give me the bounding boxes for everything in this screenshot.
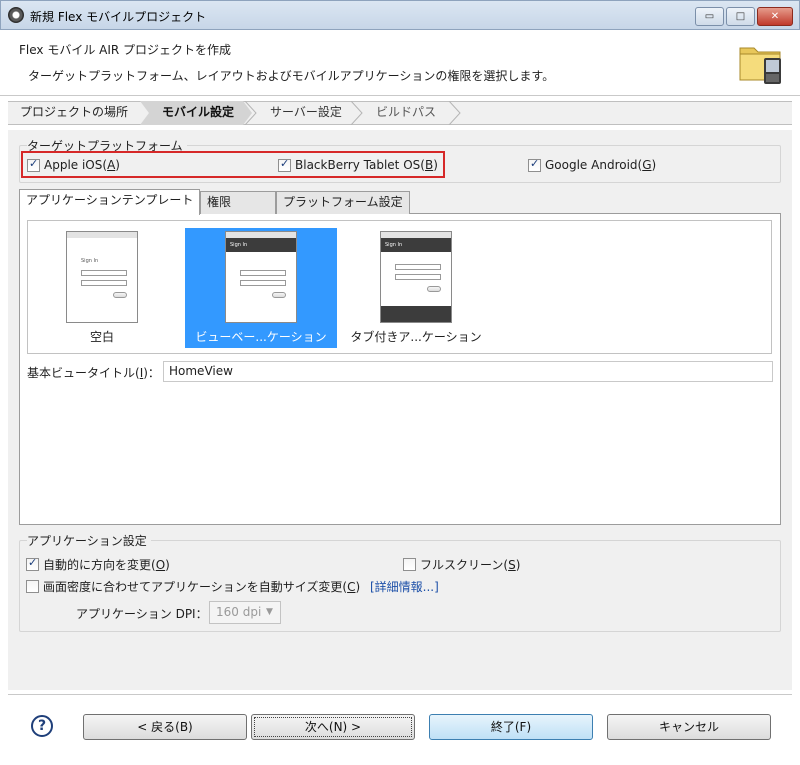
phone-preview-icon: Sign In — [66, 231, 138, 323]
tab-platform-settings[interactable]: プラットフォーム設定 — [276, 191, 410, 214]
wizard-title: Flex モバイル AIR プロジェクトを作成 — [19, 43, 232, 57]
step-separator-icon — [244, 101, 257, 125]
template-caption: タブ付きア...ケーション — [350, 330, 482, 344]
preview-screen-title: Sign In — [381, 238, 451, 252]
checkbox-label: フルスクリーン( — [420, 558, 509, 572]
help-icon[interactable]: ? — [31, 715, 53, 737]
template-tabbed[interactable]: Sign In タブ付きア...ケーション — [340, 228, 492, 348]
checkbox-label: 自動的に方向を変更( — [43, 558, 156, 572]
step-mobile-settings[interactable]: モバイル設定 — [140, 101, 252, 125]
dpi-label: アプリケーション DPI： — [76, 607, 208, 621]
phone-preview-icon: Sign In — [380, 231, 452, 323]
window-title: 新規 Flex モバイルプロジェクト — [30, 10, 207, 24]
back-button[interactable]: < 戻る(B) — [83, 714, 247, 740]
view-title-label-suffix: )： — [143, 366, 160, 380]
step-server-settings[interactable]: サーバー設定 — [270, 101, 342, 125]
wizard-header — [0, 30, 800, 96]
tab-application-template[interactable]: アプリケーションテンプレート — [19, 189, 201, 215]
checkbox-box[interactable] — [26, 556, 39, 571]
checkbox-box[interactable] — [528, 157, 541, 172]
template-blank[interactable]: Sign In 空白 — [26, 228, 178, 348]
cancel-button[interactable]: キャンセル — [607, 714, 771, 740]
preview-screen-title: Sign In — [81, 258, 99, 264]
checkbox-label-suffix: ) — [165, 558, 170, 572]
close-button[interactable]: ✕ — [757, 7, 793, 26]
annotation-highlight-box — [21, 151, 445, 178]
platform-android-checkbox[interactable]: Google Android(G) — [528, 157, 657, 172]
checkbox-label-suffix: ) — [515, 558, 521, 572]
maximize-button[interactable]: □ — [726, 7, 755, 26]
step-separator-icon — [448, 101, 461, 125]
step-separator-icon — [350, 101, 363, 125]
folder-phone-icon — [739, 47, 781, 84]
template-caption: 空白 — [89, 330, 114, 344]
fullscreen-checkbox[interactable]: フルスクリーン(S) — [403, 556, 520, 573]
template-caption: ビューベー...ケーション — [195, 330, 327, 344]
finish-button[interactable]: 終了(F) — [429, 714, 593, 740]
mnemonic: O — [155, 558, 166, 572]
preview-screen-title: Sign In — [226, 238, 296, 252]
phone-preview-icon: Sign In — [225, 231, 297, 323]
divider — [8, 694, 792, 695]
checkbox-label-suffix: ) — [355, 580, 361, 594]
view-title-input[interactable]: HomeView — [163, 361, 773, 382]
step-project-location[interactable]: プロジェクトの場所 — [20, 101, 128, 125]
auto-orient-checkbox[interactable]: 自動的に方向を変更(O) — [26, 556, 170, 573]
checkbox-label-suffix: ) — [651, 158, 657, 172]
checkbox-box[interactable] — [26, 580, 39, 593]
template-view-based[interactable]: Sign In ビューベー...ケーション — [185, 228, 337, 348]
checkbox-box[interactable] — [403, 558, 416, 571]
view-title-label-text: 基本ビュータイトル( — [27, 366, 140, 380]
minimize-button[interactable]: ▭ — [695, 7, 724, 26]
mnemonic: S — [508, 558, 516, 572]
eclipse-app-icon — [8, 7, 24, 23]
view-title-label: 基本ビュータイトル(I)： — [27, 364, 160, 381]
checkbox-label: 画面密度に合わせてアプリケーションを自動サイズ変更( — [43, 580, 348, 594]
tab-permissions[interactable]: 権限 — [200, 191, 276, 214]
wizard-description: ターゲットプラットフォーム、レイアウトおよびモバイルアプリケーションの権限を選択… — [28, 69, 555, 83]
mnemonic: G — [642, 158, 652, 172]
app-settings-label: アプリケーション設定 — [27, 532, 151, 549]
auto-resize-checkbox[interactable]: 画面密度に合わせてアプリケーションを自動サイズ変更(C) — [26, 578, 360, 595]
next-button[interactable]: 次へ(N) > — [251, 714, 415, 740]
step-build-path[interactable]: ビルドパス — [376, 101, 436, 125]
checkbox-label: Google Android( — [545, 158, 643, 172]
details-link[interactable]: [詳細情報...] — [370, 578, 439, 595]
chevron-down-icon: ▼ — [266, 607, 273, 617]
